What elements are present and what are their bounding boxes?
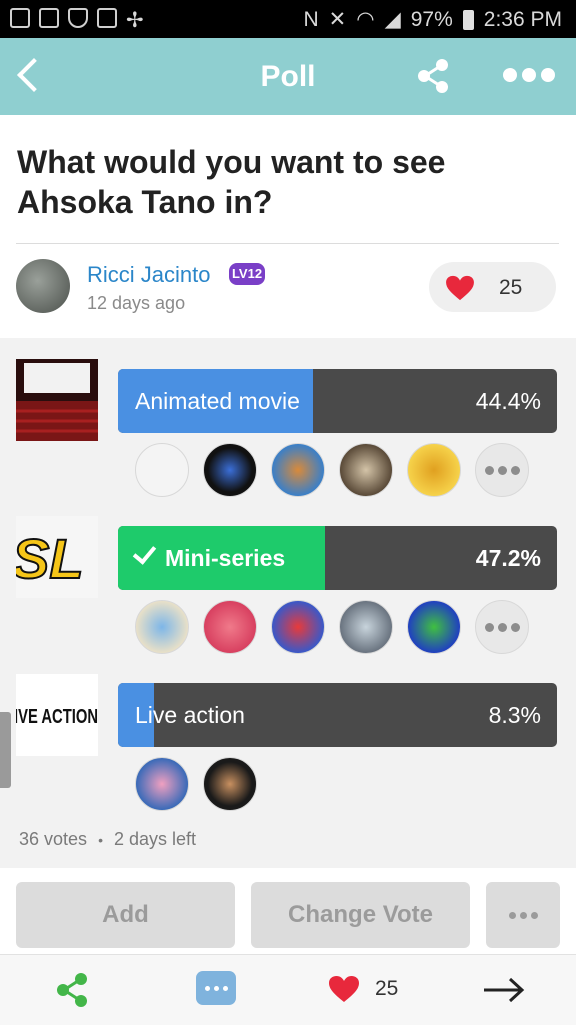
voter-avatar[interactable] <box>339 443 393 497</box>
like-button[interactable]: 25 <box>429 262 556 312</box>
next-arrow-icon[interactable] <box>482 975 526 1005</box>
change-vote-button[interactable]: Change Vote <box>251 882 470 948</box>
divider <box>16 243 559 244</box>
comment-icon[interactable] <box>196 971 236 1005</box>
poll-question: What would you want to see Ahsoka Tano i… <box>17 144 446 220</box>
voter-avatar[interactable] <box>407 600 461 654</box>
system-status: N ✕ ◠ ◢ 97% 2:36 PM <box>303 7 562 32</box>
option-percent: 44.4% <box>475 388 541 414</box>
voter-avatar[interactable] <box>135 443 189 497</box>
share-icon[interactable] <box>416 58 450 94</box>
shield-icon <box>68 8 88 28</box>
option-thumbnail-live-action: IVE ACTION <box>14 674 98 756</box>
message-icon <box>39 8 59 28</box>
status-bar: ✢ N ✕ ◠ ◢ 97% 2:36 PM <box>0 0 576 38</box>
poll-option-live-action[interactable]: Live action 8.3% <box>118 683 557 747</box>
like-count: 25 <box>375 977 399 1000</box>
checkmark-icon <box>132 540 157 565</box>
voter-avatar[interactable] <box>271 443 325 497</box>
author-name[interactable]: Ricci Jacinto <box>87 262 210 288</box>
voter-avatar[interactable] <box>135 600 189 654</box>
thumb-text: SL <box>16 527 84 590</box>
option-label-text: Mini-series <box>165 545 286 571</box>
option-percent: 8.3% <box>488 702 541 728</box>
option-label: Live action <box>135 702 245 728</box>
option-label: Mini-series <box>132 526 286 590</box>
poll-option-animated-movie[interactable]: Animated movie 44.4% <box>118 369 557 433</box>
voter-avatar[interactable] <box>203 600 257 654</box>
battery-percent: 97% <box>410 7 453 31</box>
voter-avatars <box>135 757 257 811</box>
page-title: Poll <box>260 60 316 93</box>
voter-avatar[interactable] <box>407 443 461 497</box>
option-thumbnail-series: SL <box>11 516 98 598</box>
more-voters-icon[interactable] <box>475 443 529 497</box>
voter-avatar[interactable] <box>271 600 325 654</box>
thumb-text: IVE ACTION <box>16 706 98 728</box>
option-thumbnail-cinema <box>16 359 98 441</box>
level-badge: LV12 <box>229 263 265 285</box>
separator-dot: • <box>98 832 103 848</box>
like-count: 25 <box>499 276 523 299</box>
battery-icon <box>462 9 474 30</box>
time-left: 2 days left <box>113 829 197 849</box>
add-button[interactable]: Add <box>16 882 235 948</box>
poll-option-mini-series[interactable]: Mini-series 47.2% <box>118 526 557 590</box>
wifi-icon: ◠ <box>356 8 375 31</box>
vote-count: 36 votes <box>19 829 88 849</box>
more-actions-button[interactable] <box>486 882 560 948</box>
alert-icon <box>10 8 30 28</box>
clock: 2:36 PM <box>483 7 562 31</box>
heart-icon[interactable] <box>328 975 360 1003</box>
voter-avatar[interactable] <box>339 600 393 654</box>
side-drawer-handle[interactable] <box>0 712 11 788</box>
poll-stats: 36 votes • 2 days left <box>19 829 196 850</box>
poll-options: Animated movie 44.4% SL Mini-series 47.2… <box>0 338 576 868</box>
recycle-icon <box>97 8 117 28</box>
nfc-icon: N <box>303 7 319 31</box>
mute-icon: ✕ <box>328 8 347 31</box>
option-label: Animated movie <box>135 388 300 414</box>
share-icon[interactable] <box>55 972 89 1008</box>
bottom-action-bar: 25 <box>0 954 576 1025</box>
voter-avatar[interactable] <box>203 757 257 811</box>
heart-icon <box>446 275 474 301</box>
usb-icon: ✢ <box>126 9 144 32</box>
post-time: 12 days ago <box>87 293 186 313</box>
voter-avatar[interactable] <box>203 443 257 497</box>
app-header: Poll <box>0 38 576 115</box>
more-voters-icon[interactable] <box>475 600 529 654</box>
voter-avatars <box>135 600 529 654</box>
more-options-icon[interactable] <box>503 68 555 82</box>
voter-avatars <box>135 443 529 497</box>
option-percent: 47.2% <box>475 545 541 571</box>
more-icon <box>486 882 560 948</box>
voter-avatar[interactable] <box>135 757 189 811</box>
author-avatar[interactable] <box>16 259 70 313</box>
signal-icon: ◢ <box>384 8 401 31</box>
notification-icons: ✢ <box>10 8 146 32</box>
